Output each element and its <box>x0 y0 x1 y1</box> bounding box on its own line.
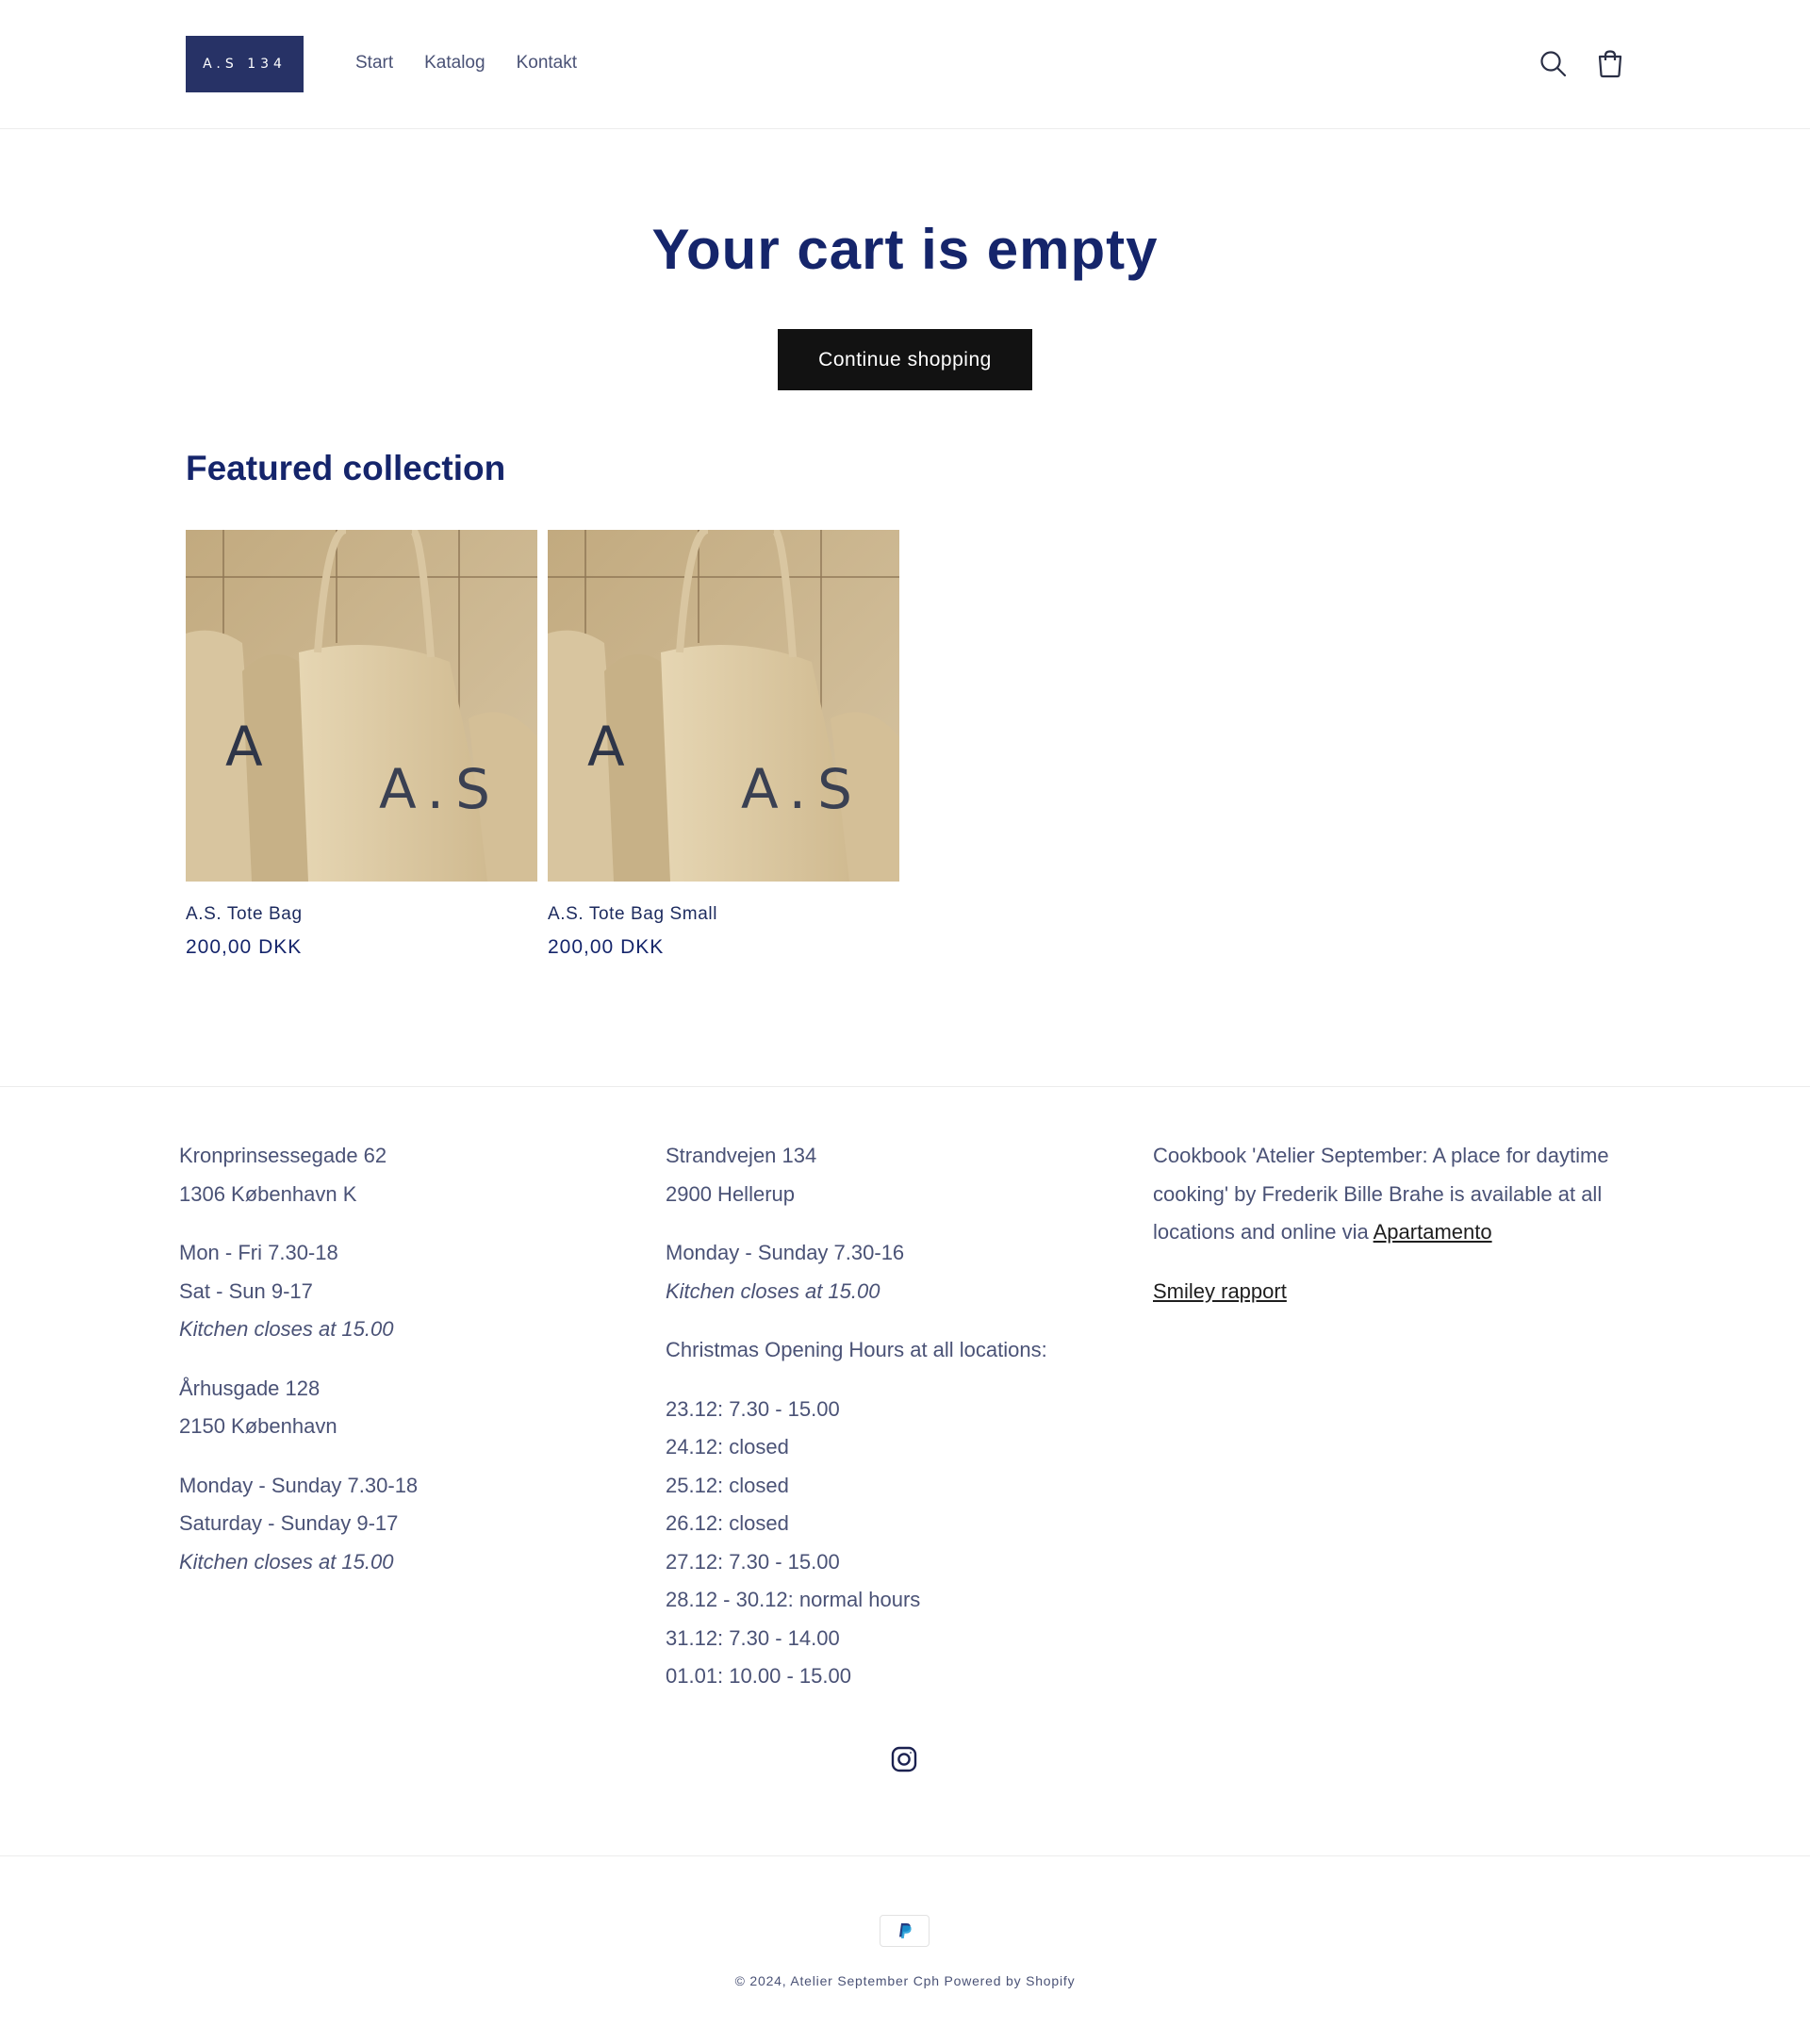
address-line: Strandvejen 134 <box>666 1144 817 1167</box>
kitchen-note: Kitchen closes at 15.00 <box>666 1278 880 1303</box>
christmas-hours-item: 25.12: closed <box>666 1473 789 1497</box>
product-price: 200,00 DKK <box>548 936 665 958</box>
address-line: 2150 København <box>179 1414 337 1438</box>
christmas-hours-item: 01.01: 10.00 - 15.00 <box>666 1664 851 1688</box>
kitchen-note: Kitchen closes at 15.00 <box>179 1549 394 1574</box>
footer-column-hellerup: Strandvejen 134 2900 Hellerup Monday - S… <box>666 1137 1127 1717</box>
nav-start[interactable]: Start <box>355 53 393 74</box>
product-name[interactable]: A.S. Tote Bag Small <box>548 904 899 925</box>
christmas-hours-item: 28.12 - 30.12: normal hours <box>666 1588 921 1611</box>
svg-text:A: A <box>225 715 263 779</box>
svg-text:A: A <box>587 715 625 779</box>
hours-line: Monday - Sunday 7.30-16 <box>666 1241 905 1264</box>
footer-column-locations: Kronprinsessegade 62 1306 København K Mo… <box>179 1137 622 1602</box>
product-card[interactable]: A A.S A.S. Tote Bag 200,00 DKK <box>186 530 537 959</box>
hours-line: Saturday - Sunday 9-17 <box>179 1511 399 1535</box>
christmas-hours-item: 31.12: 7.30 - 14.00 <box>666 1625 840 1650</box>
christmas-hours-item: 26.12: closed <box>666 1511 789 1535</box>
featured-collection-title: Featured collection <box>186 449 506 487</box>
logo[interactable]: A.S 134 <box>186 36 304 92</box>
address-line: Kronprinsessegade 62 <box>179 1144 387 1167</box>
footer-divider <box>0 1086 1810 1087</box>
product-name[interactable]: A.S. Tote Bag <box>186 904 537 925</box>
address-line: Århusgade 128 <box>179 1376 321 1400</box>
nav-katalog[interactable]: Katalog <box>424 53 485 74</box>
christmas-hours-item: 23.12: 7.30 - 15.00 <box>666 1396 840 1421</box>
page-title: Your cart is empty <box>651 218 1159 281</box>
instagram-icon[interactable] <box>890 1745 918 1773</box>
product-price: 200,00 DKK <box>186 936 303 958</box>
christmas-hours-item: 27.12: 7.30 - 15.00 <box>666 1549 840 1574</box>
address-line: 2900 Hellerup <box>666 1181 795 1206</box>
hours-line: Monday - Sunday 7.30-18 <box>179 1473 419 1497</box>
nav-kontakt[interactable]: Kontakt <box>517 53 577 74</box>
paypal-icon <box>880 1915 930 1947</box>
main-nav: Start Katalog Kontakt <box>355 53 577 74</box>
christmas-title: Christmas Opening Hours at all locations… <box>666 1338 1047 1361</box>
svg-text:A.S: A.S <box>379 757 502 821</box>
cart-icon[interactable] <box>1593 47 1627 81</box>
product-image[interactable]: A A.S <box>186 530 537 882</box>
product-card[interactable]: A A.S A.S. Tote Bag Small 200,00 DKK <box>548 530 899 959</box>
address-line: 1306 København K <box>179 1181 357 1206</box>
footer-column-info: Cookbook 'Atelier September: A place for… <box>1153 1137 1634 1331</box>
logo-text: A.S 134 <box>203 57 287 72</box>
search-icon[interactable] <box>1537 47 1571 81</box>
hours-line: Sat - Sun 9-17 <box>179 1278 313 1303</box>
apartamento-link[interactable]: Apartamento <box>1374 1220 1492 1244</box>
christmas-hours-item: 24.12: closed <box>666 1435 789 1459</box>
product-image[interactable]: A A.S <box>548 530 899 882</box>
footer-bottom-divider <box>0 1855 1810 1856</box>
copyright-text: © 2024, Atelier September Cph Powered by… <box>734 1973 1076 1988</box>
kitchen-note: Kitchen closes at 15.00 <box>179 1317 394 1341</box>
svg-text:A.S: A.S <box>741 757 864 821</box>
site-header: A.S 134 Start Katalog Kontakt <box>0 0 1810 129</box>
smiley-rapport-link[interactable]: Smiley rapport <box>1153 1279 1287 1303</box>
continue-shopping-button[interactable]: Continue shopping <box>778 329 1032 390</box>
hours-line: Mon - Fri 7.30-18 <box>179 1241 338 1264</box>
